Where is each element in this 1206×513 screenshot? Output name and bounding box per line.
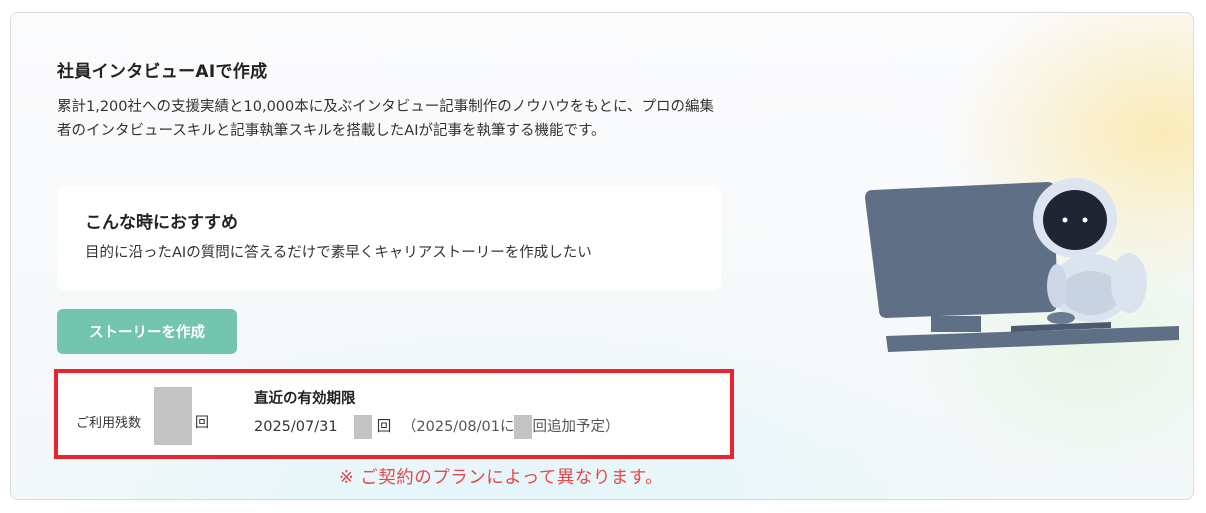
addition-prefix: （2025/08/01に — [401, 419, 515, 435]
remaining-count-unit: 回 — [195, 415, 209, 431]
story-creation-card: 社員インタビューAIで作成 累計1,200社への支援実績と10,000本に及ぶイ… — [10, 12, 1194, 500]
remaining-count-label: ご利用残数 — [76, 416, 142, 431]
remaining-count-redacted — [154, 387, 192, 445]
monitor-icon — [865, 182, 1057, 332]
usage-info-box: ご利用残数 回 直近の有効期限 2025/07/31 回 （2025/08/01… — [54, 369, 734, 459]
expiry-line: 2025/07/31 回 （2025/08/01に 回追加予定） — [254, 415, 619, 439]
plan-note: ※ ご契約のプランによって異なります。 — [339, 468, 664, 488]
desk-icon — [886, 322, 1179, 352]
recommendation-title: こんな時におすすめ — [85, 213, 238, 233]
expiry-count-redacted — [354, 415, 373, 439]
section-title: 社員インタビューAIで作成 — [57, 62, 268, 82]
expiry-title: 直近の有効期限 — [254, 391, 356, 407]
expiry-count-unit: 回 — [376, 419, 392, 435]
section-description: 累計1,200社への支援実績と10,000本に及ぶインタビュー記事制作のノウハウ… — [57, 99, 715, 139]
recommendation-text: 目的に沿ったAIの質問に答えるだけで素早くキャリアストーリーを作成したい — [85, 245, 592, 261]
robot-at-computer-illustration — [865, 178, 1179, 352]
addition-suffix: 回追加予定） — [532, 419, 620, 435]
expiry-date: 2025/07/31 — [254, 419, 338, 435]
addition-count-redacted — [514, 415, 533, 439]
create-story-button[interactable]: ストーリーを作成 — [57, 309, 237, 354]
recommendation-box: こんな時におすすめ 目的に沿ったAIの質問に答えるだけで素早くキャリアストーリー… — [57, 186, 721, 290]
